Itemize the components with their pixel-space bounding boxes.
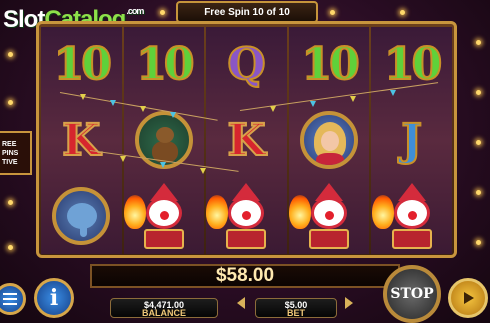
chevron-left-icon[interactable] — [237, 297, 245, 309]
chevron-right-icon[interactable] — [345, 297, 353, 309]
menu-button[interactable] — [0, 283, 26, 315]
reel-cell: 10 — [41, 27, 122, 103]
girl-symbol — [300, 111, 359, 170]
menu-icon — [3, 293, 17, 305]
bulb-light — [8, 100, 13, 105]
reel-cell: K — [206, 103, 287, 179]
bulb-light — [476, 190, 481, 195]
reel-2: 10 — [123, 27, 205, 254]
bulb-light — [476, 90, 481, 95]
jack-symbol: J — [400, 114, 423, 167]
reel-cell — [123, 178, 205, 254]
bulb-light — [476, 140, 481, 145]
bulb-light — [8, 52, 13, 57]
ten-symbol: 10 — [135, 38, 195, 91]
reel-cell — [41, 178, 122, 254]
reel-3: Q K — [206, 27, 287, 254]
balance-display: $4,471.00 BALANCE — [110, 298, 218, 318]
clown-symbol — [123, 181, 196, 251]
reel-cell: 10 — [289, 27, 370, 103]
fire-effect — [206, 194, 229, 229]
balance-label: BALANCE — [142, 308, 186, 318]
king-symbol: K — [226, 114, 266, 167]
stop-label: STOP — [390, 286, 434, 302]
reel-4: 10 — [288, 27, 370, 254]
bet-display: $5.00 BET — [255, 298, 337, 318]
bulb-light — [330, 10, 335, 15]
reel-5: 10 J — [371, 27, 452, 254]
king-symbol: K — [61, 114, 101, 167]
ten-symbol: 10 — [300, 38, 360, 91]
info-icon: i — [49, 285, 59, 311]
bulb-light — [476, 40, 481, 45]
reel-cell — [289, 103, 370, 179]
bulb-light — [400, 10, 405, 15]
bulb-light — [8, 200, 13, 205]
reel-cell: Q — [206, 27, 287, 103]
reel-cell: J — [371, 103, 452, 179]
clown-symbol — [289, 181, 361, 251]
fire-effect — [289, 194, 312, 229]
bulb-light — [8, 245, 13, 250]
queen-symbol: Q — [226, 38, 266, 91]
fire-effect — [371, 194, 394, 229]
ten-symbol: 10 — [53, 38, 113, 91]
bulb-light — [476, 240, 481, 245]
reel-grid: 10 K 10 Q K 10 10 J — [41, 27, 452, 254]
reel-cell — [289, 178, 370, 254]
reel-cell: 10 — [124, 27, 205, 103]
win-amount: $58.00 — [215, 265, 275, 286]
play-icon — [464, 292, 474, 304]
reel-cell: 10 — [371, 27, 452, 103]
clown-symbol — [206, 181, 278, 251]
elephant-symbol — [52, 186, 111, 245]
free-spin-text: Free Spin 10 of 10 — [204, 6, 290, 18]
reel-1: 10 K — [41, 27, 122, 254]
win-amount-display: $58.00 — [90, 264, 400, 288]
reel-cell — [206, 178, 287, 254]
reel-cell — [371, 178, 452, 254]
fire-effect — [123, 194, 146, 229]
info-button[interactable]: i — [34, 278, 74, 318]
bet-label: BET — [287, 308, 305, 318]
free-spins-active-panel: REE PINS TIVE — [0, 131, 32, 175]
autoplay-button[interactable] — [448, 278, 488, 318]
clown-symbol — [371, 181, 444, 251]
bulb-light — [160, 10, 165, 15]
stop-button[interactable]: STOP — [383, 265, 441, 323]
free-spin-counter: Free Spin 10 of 10 — [176, 1, 318, 23]
reel-cell: K — [41, 103, 122, 179]
